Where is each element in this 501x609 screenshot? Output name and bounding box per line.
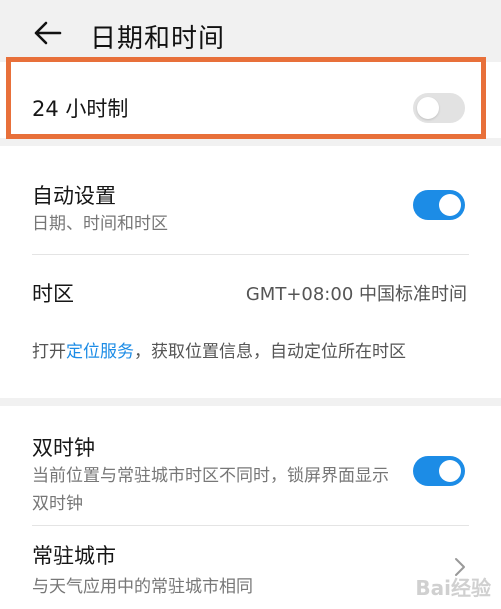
dual-clock-label: 双时钟: [32, 436, 95, 460]
auto-setting-toggle[interactable]: [413, 190, 465, 220]
timezone-value[interactable]: GMT+08:00 中国标准时间: [246, 280, 467, 306]
dual-clock-toggle[interactable]: [413, 456, 465, 486]
back-arrow-icon[interactable]: [32, 18, 62, 48]
auto-setting-sub: 日期、时间和时区: [32, 214, 168, 234]
location-info-suffix: ，获取位置信息，自动定位所在时区: [134, 342, 406, 362]
timezone-label: 时区: [32, 282, 74, 306]
dual-clock-sub: 当前位置与常驻城市时区不同时，锁屏界面显示双时钟: [32, 466, 389, 514]
home-city-label[interactable]: 常驻城市: [32, 540, 116, 570]
time-settings-card: 自动设置 日期、时间和时区 时区 GMT+08:00 中国标准时间 打开定位服务…: [0, 146, 501, 398]
page-title: 日期和时间: [90, 24, 226, 54]
divider: [32, 525, 469, 526]
toggle-knob: [439, 460, 461, 482]
auto-setting-label: 自动设置: [32, 184, 116, 208]
location-service-link[interactable]: 定位服务: [66, 342, 134, 362]
home-city-sub: 与天气应用中的常驻城市相同: [32, 577, 253, 597]
watermark-logo: Bai经验: [415, 576, 491, 600]
highlight-box: [6, 57, 486, 139]
location-info-prefix: 打开: [32, 342, 66, 362]
toggle-knob: [439, 194, 461, 216]
divider: [32, 254, 469, 255]
app-header: 日期和时间: [0, 0, 501, 62]
location-info: 打开定位服务，获取位置信息，自动定位所在时区: [32, 338, 472, 366]
